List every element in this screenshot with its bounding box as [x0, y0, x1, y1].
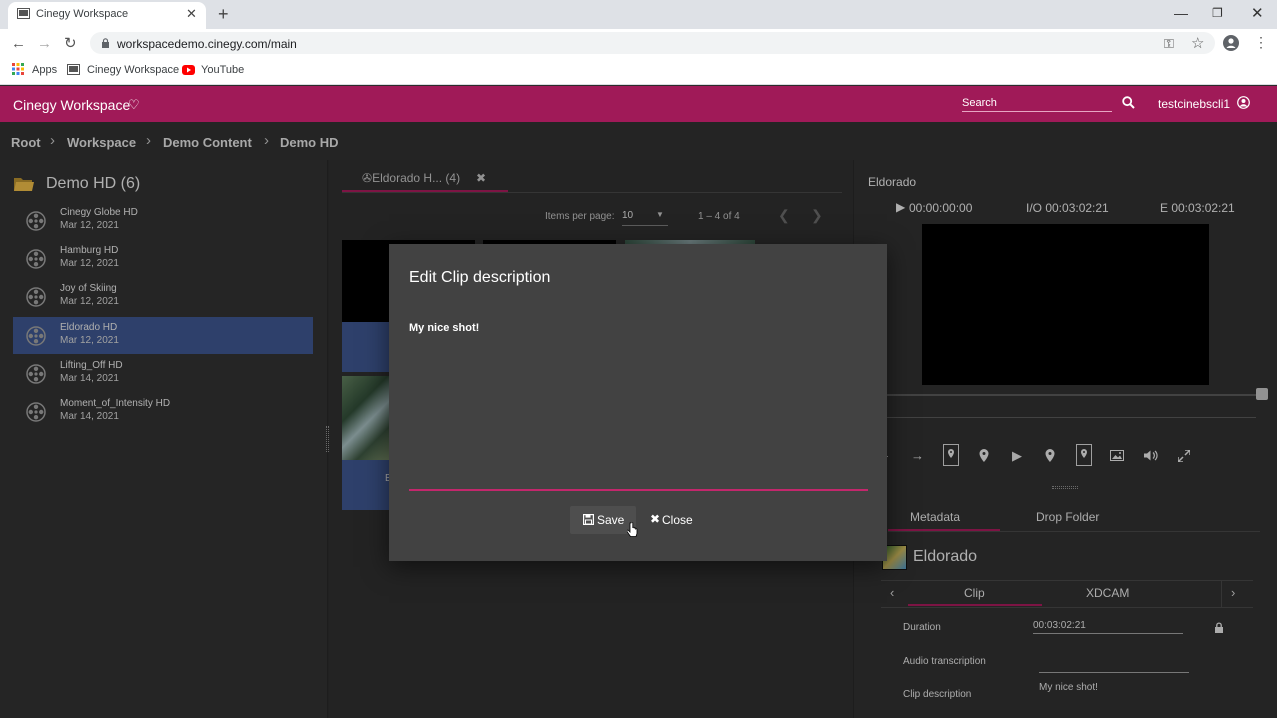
textarea-underline — [409, 489, 868, 491]
url-text[interactable]: workspacedemo.cinegy.com/main — [117, 37, 297, 51]
bookmark-star-icon[interactable]: ☆ — [1191, 34, 1204, 52]
description-textarea[interactable]: My nice shot! — [409, 322, 867, 487]
reload-icon[interactable]: ↻ — [64, 34, 77, 52]
new-tab-icon[interactable]: + — [218, 4, 229, 25]
browser-menu-icon[interactable]: ⋮ — [1254, 34, 1268, 51]
close-x-icon: ✖ — [650, 512, 661, 526]
account-icon[interactable] — [1223, 35, 1239, 51]
tab-close-icon[interactable]: ✕ — [186, 6, 197, 22]
bookmark-youtube[interactable]: YouTube — [201, 64, 244, 76]
bookmark-apps[interactable]: Apps — [32, 64, 57, 76]
window-restore-icon[interactable]: ❐ — [1212, 6, 1223, 20]
forward-icon[interactable]: → — [37, 35, 52, 52]
search-icon[interactable] — [1122, 96, 1135, 109]
heart-icon: ♡ — [128, 97, 140, 112]
window-minimize-icon[interactable]: — — [1174, 5, 1188, 21]
username[interactable]: testcinebscli1 — [1158, 97, 1230, 111]
bookmark-cinegy-workspace[interactable]: Cinegy Workspace — [87, 64, 179, 76]
tab-favicon-icon — [17, 8, 30, 19]
youtube-icon — [182, 65, 195, 75]
user-account-icon[interactable] — [1237, 96, 1250, 109]
floppy-disk-icon — [583, 514, 594, 525]
save-button-label: Save — [597, 513, 625, 527]
mouse-pointer-icon — [627, 522, 638, 538]
dialog-title: Edit Clip description — [409, 269, 551, 286]
search-input[interactable] — [962, 94, 1112, 112]
app-title[interactable]: Cinegy Workspace — [13, 97, 130, 113]
apps-grid-icon[interactable] — [12, 63, 24, 75]
tab-title: Cinegy Workspace — [36, 8, 129, 20]
key-icon[interactable]: ⚿ — [1164, 36, 1174, 52]
lock-icon[interactable] — [101, 38, 110, 48]
close-button[interactable]: ✖ Close — [646, 506, 702, 534]
back-icon[interactable]: ← — [11, 35, 26, 52]
close-button-label: Close — [662, 513, 693, 527]
window-close-icon[interactable]: ✕ — [1251, 4, 1264, 22]
bookmark-cinegy-icon — [67, 64, 80, 75]
